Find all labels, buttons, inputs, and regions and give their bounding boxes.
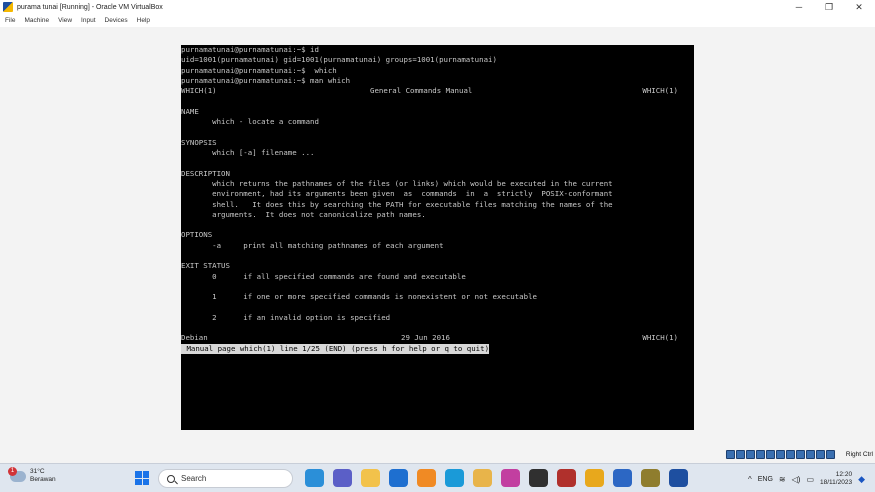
- menu-view[interactable]: View: [58, 17, 72, 24]
- man-body-line: which [-a] filename ...: [181, 148, 315, 157]
- chevron-up-icon[interactable]: ^: [748, 475, 752, 484]
- man-body-line: arguments. It does not canonicalize path…: [181, 209, 426, 219]
- man-body-line: EXIT STATUS: [181, 261, 230, 271]
- maximize-button[interactable]: ❐: [815, 0, 843, 14]
- store-app-icon[interactable]: [389, 469, 408, 487]
- audio-icon[interactable]: [746, 450, 755, 459]
- menu-help[interactable]: Help: [137, 17, 150, 24]
- man-body-line: environment, had its arguments been give…: [181, 189, 613, 199]
- weather-widget[interactable]: 1 31°C Berawan: [8, 466, 56, 484]
- man-body-line: NAME: [181, 106, 199, 116]
- recording-icon[interactable]: [796, 450, 805, 459]
- window-title: purama tunai [Running] - Oracle VM Virtu…: [17, 3, 163, 11]
- terminal-app-icon[interactable]: [529, 469, 548, 487]
- man-footer: Debian 29 Jun 2016 WHICH(1): [181, 333, 694, 343]
- man-body-line: -a print all matching pathnames of each …: [181, 240, 444, 250]
- man-header-center: General Commands Manual: [370, 86, 473, 96]
- virtualbox-app-icon[interactable]: [669, 469, 688, 487]
- menu-devices[interactable]: Devices: [105, 17, 128, 24]
- vbox-status-bar: Right Ctrl: [0, 447, 875, 463]
- man-header-left: WHICH(1): [181, 86, 217, 96]
- window-titlebar: purama tunai [Running] - Oracle VM Virtu…: [0, 0, 875, 14]
- notification-badge: 1: [8, 466, 17, 476]
- language-indicator[interactable]: ENG: [758, 476, 773, 483]
- close-button[interactable]: ✕: [845, 0, 873, 14]
- man-footer-right: WHICH(1): [642, 333, 678, 343]
- app-icon-8[interactable]: [501, 469, 520, 487]
- mouse-integration-icon[interactable]: [816, 450, 825, 459]
- optical-drive-icon[interactable]: [736, 450, 745, 459]
- chrome-app-icon[interactable]: [585, 469, 604, 487]
- windows-taskbar: 1 31°C Berawan Search ^ ENG ≋ ◁) ▭ 12:20: [0, 463, 875, 492]
- man-body-line: 2 if an invalid option is specified: [181, 312, 391, 322]
- menu-file[interactable]: File: [5, 17, 15, 24]
- start-button[interactable]: [135, 471, 149, 485]
- man-body-line: shell. It does this by searching the PAT…: [181, 199, 613, 209]
- search-icon: [167, 474, 175, 483]
- widgets-app-icon[interactable]: [305, 469, 324, 487]
- display-icon[interactable]: [786, 450, 795, 459]
- terminal-line: purnamatunai@purnamatunai:~$ id: [181, 45, 319, 54]
- clock-time: 12:20: [835, 471, 853, 478]
- clock-date: 18/11/2023: [820, 479, 853, 486]
- man-body-line: DESCRIPTION: [181, 168, 230, 178]
- man-body-line: 0 if all specified commands are found an…: [181, 271, 466, 281]
- network-icon[interactable]: [756, 450, 765, 459]
- search-label: Search: [181, 474, 207, 483]
- taskbar-search[interactable]: Search: [158, 469, 293, 488]
- clock[interactable]: 12:20 18/11/2023: [820, 471, 852, 487]
- weather-temp: 31°C: [30, 468, 45, 475]
- firefox-app-icon[interactable]: [417, 469, 436, 487]
- notification-bell-icon[interactable]: ◆: [858, 474, 865, 485]
- battery-icon[interactable]: ▭: [806, 475, 814, 484]
- man-body-line: which - locate a command: [181, 117, 319, 127]
- cloud-icon: 1: [8, 466, 26, 482]
- menu-machine[interactable]: Machine: [24, 17, 49, 24]
- usb-icon[interactable]: [766, 450, 775, 459]
- teams-app-icon[interactable]: [333, 469, 352, 487]
- taskbar-apps: [305, 469, 688, 487]
- terminal-line: purnamatunai@purnamatunai:~$ man which: [181, 75, 351, 85]
- app-icon-7[interactable]: [473, 469, 492, 487]
- man-header: WHICH(1) General Commands Manual WHICH(1): [181, 86, 694, 96]
- minimize-button[interactable]: ─: [785, 0, 813, 14]
- wifi-icon[interactable]: ≋: [779, 475, 786, 484]
- pager-status-line: Manual page which(1) line 1/25 (END) (pr…: [181, 343, 490, 354]
- terminal-line: purnamatunai@purnamatunai:~$ which: [181, 65, 337, 75]
- man-body-line: which returns the pathnames of the files…: [181, 178, 613, 188]
- app-icon-13[interactable]: [641, 469, 660, 487]
- man-body-line: SYNOPSIS: [181, 137, 217, 147]
- terminal-line: uid=1001(purnamatunai) gid=1001(purnamat…: [181, 55, 497, 65]
- vm-terminal-screen[interactable]: purnamatunai@purnamatunai:~$ id uid=1001(…: [181, 45, 694, 430]
- keyboard-icon[interactable]: [826, 450, 835, 459]
- storage-icon[interactable]: [726, 450, 735, 459]
- virtualbox-icon: [3, 2, 13, 12]
- app-icon-12[interactable]: [613, 469, 632, 487]
- shared-folders-icon[interactable]: [776, 450, 785, 459]
- menu-bar: File Machine View Input Devices Help: [0, 14, 875, 27]
- menu-input[interactable]: Input: [81, 17, 95, 24]
- man-body-line: 1 if one or more specified commands is n…: [181, 292, 537, 302]
- man-footer-left: Debian: [181, 333, 208, 343]
- edge-app-icon[interactable]: [445, 469, 464, 487]
- volume-icon[interactable]: ◁): [792, 475, 801, 484]
- cpu-icon[interactable]: [806, 450, 815, 459]
- file-explorer-icon[interactable]: [361, 469, 380, 487]
- man-header-right: WHICH(1): [642, 86, 678, 96]
- app-icon-10[interactable]: [557, 469, 576, 487]
- system-tray: ^ ENG ≋ ◁) ▭ 12:20 18/11/2023 ◆: [748, 469, 865, 489]
- vbox-device-icons: [726, 450, 835, 459]
- host-key-label: Right Ctrl: [845, 451, 873, 458]
- man-footer-center: 29 Jun 2016: [401, 333, 450, 343]
- weather-desc: Berawan: [30, 476, 56, 483]
- man-body-line: OPTIONS: [181, 230, 213, 240]
